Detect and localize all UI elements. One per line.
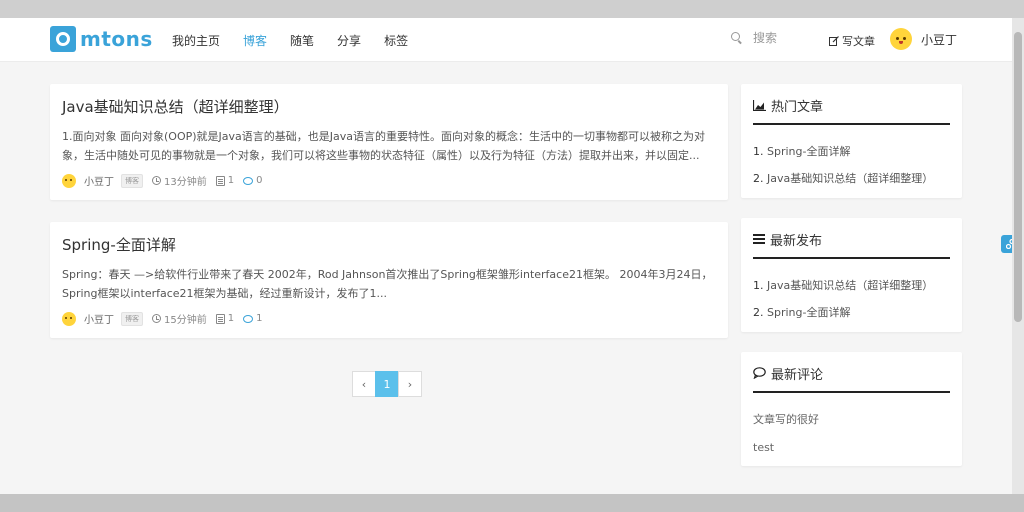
list-item[interactable]: 1. Spring-全面详解: [753, 138, 950, 165]
post-views: 1: [215, 175, 234, 186]
panel-title: 热门文章: [753, 96, 950, 115]
search-input[interactable]: [753, 31, 813, 45]
hot-articles-list: 1. Spring-全面详解 2. Java基础知识总结（超详细整理）: [753, 138, 950, 192]
next-page-button[interactable]: ›: [398, 371, 422, 397]
nav-item-blog[interactable]: 博客: [243, 32, 267, 49]
panel-divider: [753, 123, 950, 125]
list-item[interactable]: 2. Java基础知识总结（超详细整理）: [753, 165, 950, 192]
chart-icon: [753, 99, 766, 111]
list-item[interactable]: 1. Java基础知识总结（超详细整理）: [753, 272, 950, 299]
post-title[interactable]: Java基础知识总结（超详细整理）: [62, 96, 716, 118]
list-item[interactable]: 文章写的很好: [753, 406, 950, 434]
view-icon: [215, 313, 225, 324]
post-tag[interactable]: 博客: [121, 173, 143, 188]
list-icon: [753, 234, 765, 244]
latest-comments-panel: 最新评论 文章写的很好 test: [741, 352, 962, 466]
post-time: 15分钟前: [152, 311, 207, 326]
post-views: 1: [215, 313, 234, 324]
clock-icon: [152, 176, 161, 185]
post-time: 13分钟前: [152, 173, 207, 188]
search-icon[interactable]: [731, 32, 743, 44]
search-box: [731, 31, 813, 45]
prev-page-button[interactable]: ‹: [352, 371, 376, 397]
pagination: ‹ 1 ›: [352, 371, 422, 397]
vertical-scrollbar[interactable]: [1012, 18, 1024, 494]
window-top-strip: [0, 0, 1024, 18]
panel-title: 最新发布: [753, 230, 950, 249]
list-item[interactable]: test: [753, 434, 950, 462]
nav-item-notes[interactable]: 随笔: [290, 32, 314, 49]
post-author[interactable]: 小豆丁: [84, 173, 114, 188]
post-title[interactable]: Spring-全面详解: [62, 234, 716, 256]
author-avatar[interactable]: [62, 173, 76, 188]
panel-title: 最新评论: [753, 364, 950, 383]
edit-icon: [829, 36, 839, 46]
main-nav: 我的主页 博客 随笔 分享 标签: [172, 18, 431, 62]
post-summary: Spring：春天 —>给软件行业带来了春天 2002年，Rod Jahnson…: [62, 268, 713, 300]
post-summary: 1.面向对象 面向对象(OOP)就是Java语言的基础，也是Java语言的重要特…: [62, 130, 705, 162]
write-article-label: 写文章: [842, 35, 875, 48]
nav-item-home[interactable]: 我的主页: [172, 32, 220, 49]
post-card: Spring-全面详解 Spring：春天 —>给软件行业带来了春天 2002年…: [50, 222, 728, 338]
list-item[interactable]: 2. Spring-全面详解: [753, 299, 950, 326]
write-article-button[interactable]: 写文章: [829, 33, 875, 49]
page-button-current[interactable]: 1: [375, 371, 399, 397]
latest-posts-list: 1. Java基础知识总结（超详细整理） 2. Spring-全面详解: [753, 272, 950, 326]
author-avatar[interactable]: [62, 311, 76, 326]
username: 小豆丁: [921, 32, 958, 47]
panel-divider: [753, 391, 950, 393]
nav-item-tags[interactable]: 标签: [384, 32, 408, 49]
post-meta: 小豆丁 博客 13分钟前 1 0: [62, 173, 716, 188]
comment-icon: [243, 314, 254, 323]
post-author[interactable]: 小豆丁: [84, 311, 114, 326]
site-logo[interactable]: mtons: [50, 26, 153, 52]
chat-icon: [753, 367, 766, 379]
post-comments: 0: [243, 175, 262, 186]
logo-text: mtons: [80, 27, 153, 51]
share-float-button[interactable]: [1001, 235, 1012, 253]
latest-comments-list: 文章写的很好 test: [753, 406, 950, 462]
user-menu[interactable]: 小豆丁: [890, 28, 957, 50]
scrollbar-thumb[interactable]: [1014, 32, 1022, 322]
post-card: Java基础知识总结（超详细整理） 1.面向对象 面向对象(OOP)就是Java…: [50, 84, 728, 200]
panel-divider: [753, 257, 950, 259]
nav-item-share[interactable]: 分享: [337, 32, 361, 49]
post-comments: 1: [243, 313, 262, 324]
logo-icon: [50, 26, 76, 52]
post-tag[interactable]: 博客: [121, 311, 143, 326]
clock-icon: [152, 314, 161, 323]
navbar: mtons 我的主页 博客 随笔 分享 标签 写文章 小豆丁: [0, 18, 1012, 62]
latest-posts-panel: 最新发布 1. Java基础知识总结（超详细整理） 2. Spring-全面详解: [741, 218, 962, 332]
avatar: [890, 28, 912, 50]
window-bottom-strip: [0, 494, 1024, 512]
post-meta: 小豆丁 博客 15分钟前 1 1: [62, 311, 716, 326]
view-icon: [215, 175, 225, 186]
page-viewport: mtons 我的主页 博客 随笔 分享 标签 写文章 小豆丁: [0, 18, 1012, 494]
comment-icon: [243, 176, 254, 185]
hot-articles-panel: 热门文章 1. Spring-全面详解 2. Java基础知识总结（超详细整理）: [741, 84, 962, 198]
